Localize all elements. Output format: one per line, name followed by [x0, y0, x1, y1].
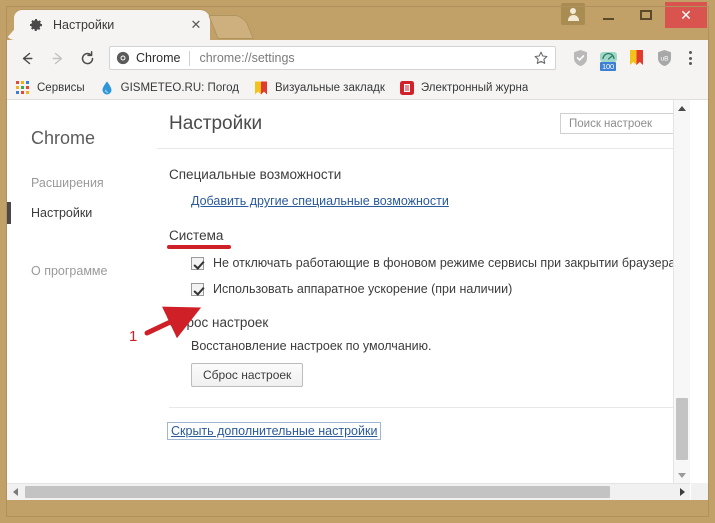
- window-inner-border: [6, 6, 709, 517]
- browser-window: ✕ Настройки ✕ Chrome chrome://settings 1…: [0, 0, 715, 523]
